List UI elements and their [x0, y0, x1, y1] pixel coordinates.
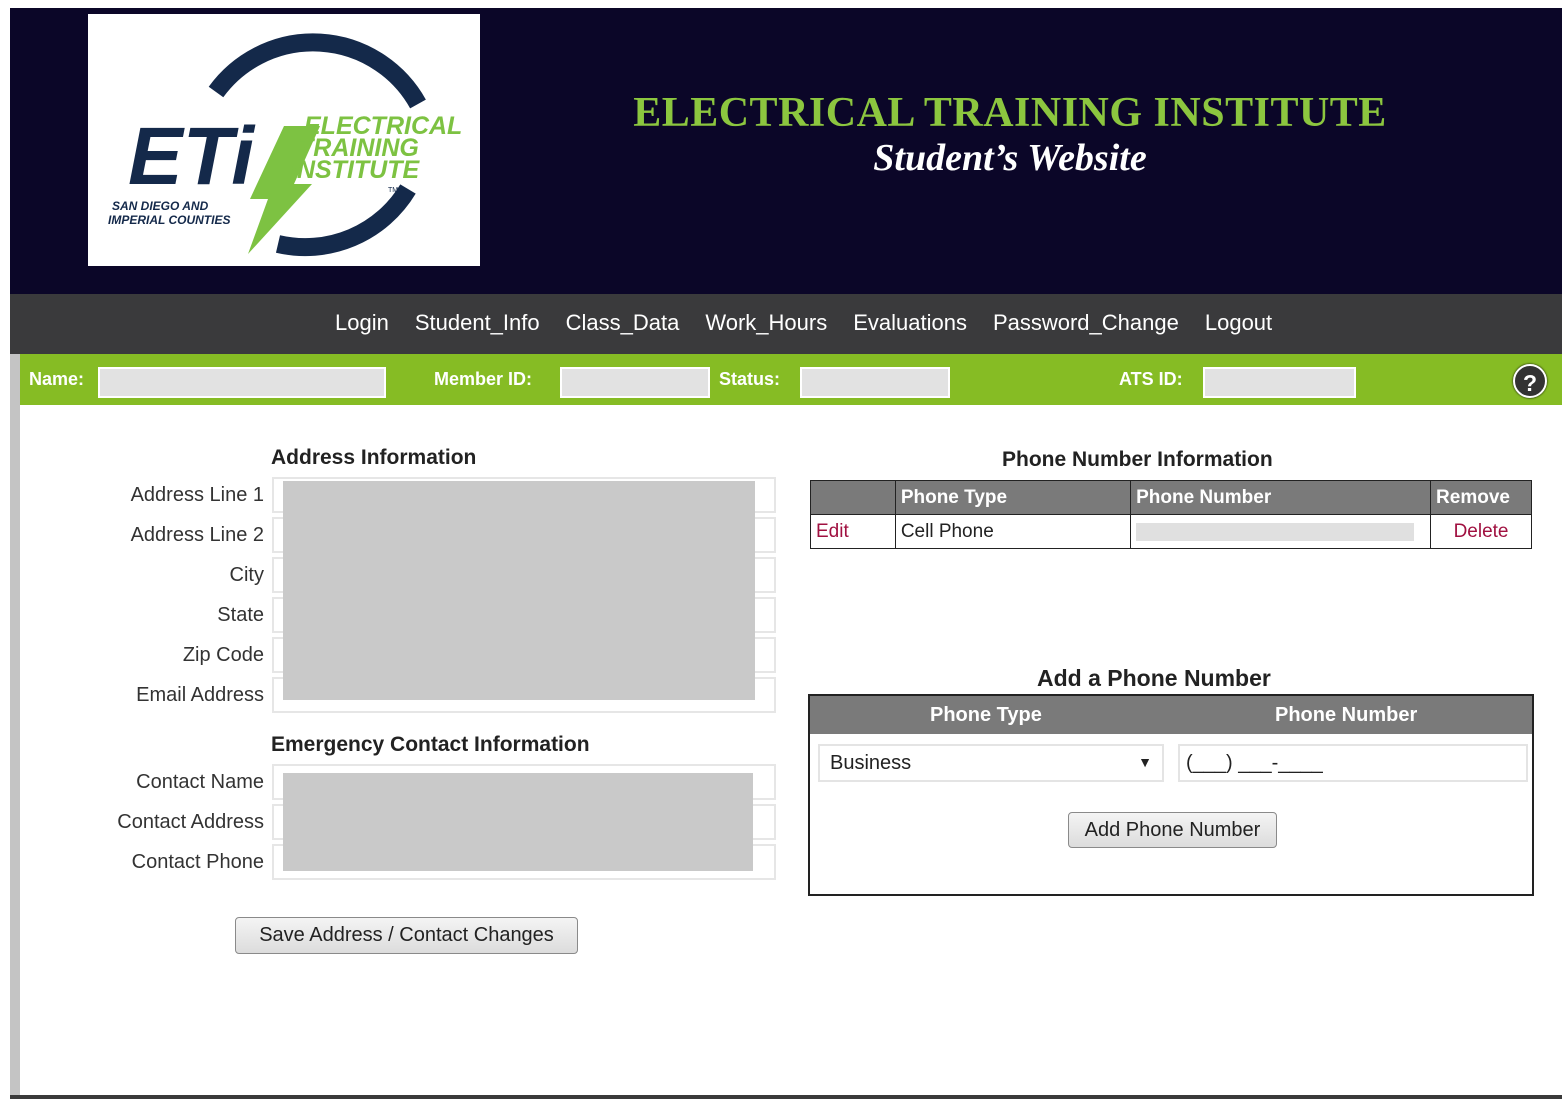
nav-password-change[interactable]: Password_Change — [993, 310, 1179, 336]
phone-table-header: Phone Type Phone Number Remove — [810, 480, 1532, 515]
table-row: Edit Cell Phone Delete — [810, 514, 1532, 549]
help-icon[interactable]: ? — [1513, 364, 1547, 398]
nav-class-data[interactable]: Class_Data — [566, 310, 680, 336]
phone-type-select[interactable]: Business ▼ — [818, 744, 1164, 782]
address-redaction — [283, 481, 755, 700]
status-value-redacted — [800, 367, 950, 398]
page-bottom-border — [10, 1095, 1562, 1099]
col-phone-number: Phone Number — [1130, 480, 1432, 515]
nav-student-info[interactable]: Student_Info — [415, 310, 540, 336]
logo-region1: SAN DIEGO AND — [112, 199, 209, 213]
logo-line3: INSTITUTE — [290, 156, 420, 184]
zip-code-label: Zip Code — [182, 644, 264, 666]
ats-id-value-redacted — [1203, 367, 1356, 398]
contact-address-label: Contact Address — [117, 811, 264, 833]
eti-logo[interactable]: ETi ELECTRICAL TRAINING INSTITUTE TM SAN… — [88, 14, 480, 266]
nav-login[interactable]: Login — [335, 310, 389, 336]
site-header: ETi ELECTRICAL TRAINING INSTITUTE TM SAN… — [10, 8, 1562, 294]
status-label: Status: — [719, 369, 781, 389]
member-id-label: Member ID: — [434, 369, 533, 389]
phone-info-title: Phone Number Information — [1002, 448, 1273, 471]
add-phone-title: Add a Phone Number — [1037, 665, 1271, 691]
site-title: ELECTRICAL TRAINING INSTITUTE — [633, 90, 1387, 136]
ats-id-label: ATS ID: — [1119, 369, 1183, 389]
phone-type-cell: Cell Phone — [894, 514, 1132, 549]
col-phone-type: Phone Type — [894, 480, 1132, 515]
add-col-phone-number: Phone Number — [1275, 704, 1418, 726]
logo-region2: IMPERIAL COUNTIES — [108, 213, 230, 227]
add-phone-panel: Phone Type Phone Number Business ▼ (___)… — [808, 694, 1534, 896]
add-col-phone-type: Phone Type — [930, 704, 1042, 726]
state-label: State — [217, 604, 264, 626]
main-nav: Login Student_Info Class_Data Work_Hours… — [10, 294, 1562, 354]
phone-number-redacted — [1136, 522, 1415, 541]
col-remove: Remove — [1430, 480, 1532, 515]
contact-name-label: Contact Name — [136, 771, 264, 793]
name-value-redacted — [98, 367, 386, 398]
emergency-section-title: Emergency Contact Information — [271, 733, 590, 756]
email-address-label: Email Address — [136, 684, 264, 706]
nav-logout[interactable]: Logout — [1205, 310, 1272, 336]
eti-logo-graphic: ETi ELECTRICAL TRAINING INSTITUTE TM SAN… — [108, 33, 462, 257]
nav-work-hours[interactable]: Work_Hours — [705, 310, 827, 336]
address-section-title: Address Information — [271, 446, 477, 469]
phone-number-input[interactable]: (___) ___-____ — [1178, 744, 1528, 782]
delete-link[interactable]: Delete — [1454, 521, 1509, 542]
phone-table: Phone Type Phone Number Remove Edit Cell… — [810, 480, 1532, 549]
dropdown-arrow-icon: ▼ — [1138, 754, 1152, 770]
logo-mark: ETi — [128, 111, 256, 202]
edit-cell: Edit — [810, 514, 896, 549]
delete-cell: Delete — [1430, 514, 1532, 549]
member-id-value-redacted — [560, 367, 710, 398]
site-title-block: ELECTRICAL TRAINING INSTITUTE Student’s … — [570, 90, 1450, 180]
save-address-button[interactable]: Save Address / Contact Changes — [235, 917, 578, 954]
phone-number-cell — [1130, 514, 1432, 549]
emergency-redaction — [283, 773, 753, 871]
address-line1-label: Address Line 1 — [130, 484, 264, 506]
col-edit — [810, 480, 896, 515]
add-phone-number-button[interactable]: Add Phone Number — [1068, 812, 1277, 848]
edit-link[interactable]: Edit — [816, 521, 849, 542]
name-label: Name: — [29, 369, 85, 389]
page-left-border — [10, 354, 20, 1099]
logo-tm: TM — [388, 187, 398, 194]
contact-phone-label: Contact Phone — [131, 851, 264, 873]
add-phone-header: Phone Type Phone Number — [810, 696, 1532, 734]
address-line2-label: Address Line 2 — [130, 524, 264, 546]
city-label: City — [229, 564, 264, 586]
site-subtitle: Student’s Website — [873, 137, 1147, 179]
phone-type-selected: Business — [830, 752, 912, 774]
nav-evaluations[interactable]: Evaluations — [853, 310, 967, 336]
student-info-bar: Name: Member ID: Status: ATS ID: ? — [20, 354, 1562, 405]
